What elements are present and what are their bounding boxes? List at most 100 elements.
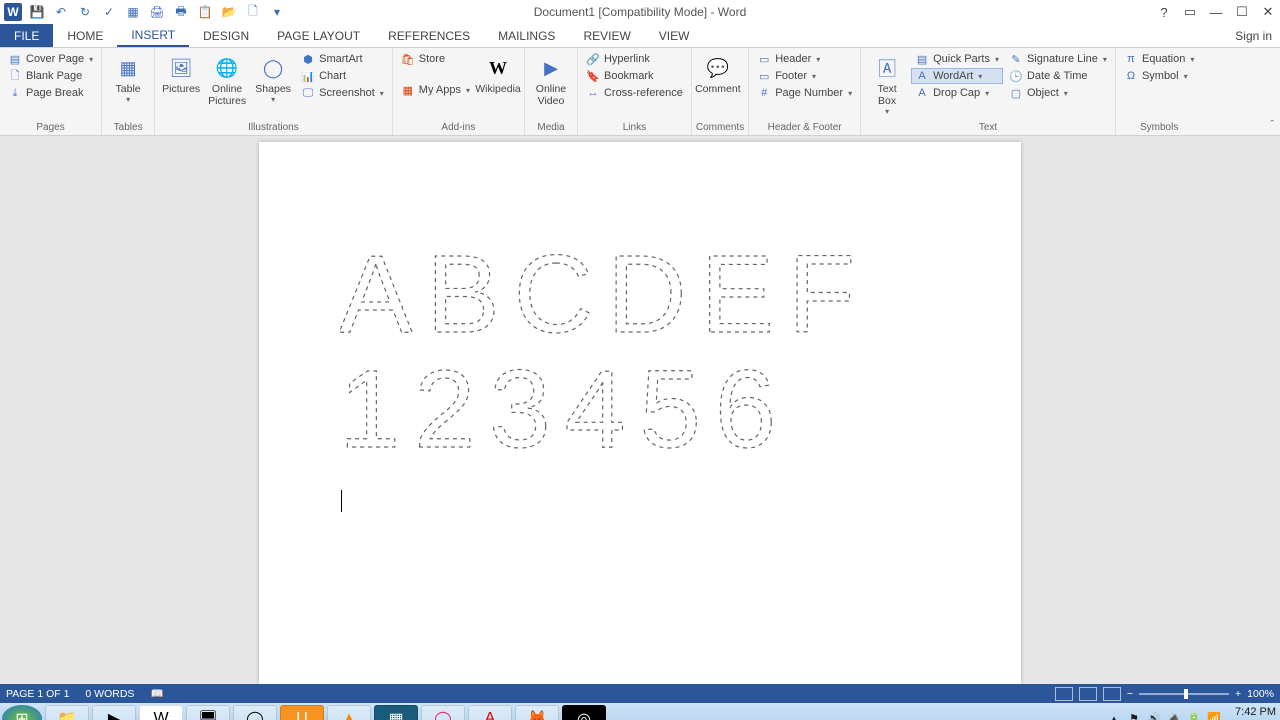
tray-volume-icon[interactable]: 🔊 xyxy=(1147,712,1161,720)
qat-icon[interactable]: ▦ xyxy=(124,3,142,21)
tab-insert[interactable]: INSERT xyxy=(117,24,189,47)
group-label: Text xyxy=(865,121,1111,135)
quickparts-button[interactable]: ▤Quick Parts▾ xyxy=(911,51,1003,67)
taskbar-camera[interactable]: ◎ xyxy=(562,705,606,720)
help-icon[interactable]: ? xyxy=(1152,0,1176,24)
footer-button[interactable]: ▭Footer▾ xyxy=(753,68,856,84)
online-video-button[interactable]: ▶Online Video xyxy=(529,51,573,109)
quick-access-toolbar: W 💾 ↶ ↻ ✓ ▦ 🖨 🖶 📋 📂 🗋 ▾ xyxy=(0,3,286,21)
equation-button[interactable]: πEquation▾ xyxy=(1120,51,1198,67)
blank-page-button[interactable]: 🗋Blank Page xyxy=(4,68,97,84)
document-page[interactable]: ABCDEF 123456 xyxy=(259,142,1021,684)
online-picture-icon: 🌐 xyxy=(212,53,242,83)
smartart-button[interactable]: ⬢SmartArt xyxy=(297,51,388,67)
chart-button[interactable]: 📊Chart xyxy=(297,68,388,84)
undo-icon[interactable]: ↶ xyxy=(52,3,70,21)
save-icon[interactable]: 💾 xyxy=(28,3,46,21)
cover-page-button[interactable]: ▤Cover Page▾ xyxy=(4,51,97,67)
tab-references[interactable]: REFERENCES xyxy=(374,24,484,47)
online-pictures-button[interactable]: 🌐Online Pictures xyxy=(205,51,249,109)
word-icon: W xyxy=(4,3,22,21)
link-icon: 🔗 xyxy=(586,52,600,66)
footer-icon: ▭ xyxy=(757,69,771,83)
wikipedia-button[interactable]: WWikipedia xyxy=(476,51,520,97)
screenshot-button[interactable]: 🖵Screenshot▾ xyxy=(297,85,388,101)
qat-icon[interactable]: 🖶 xyxy=(172,3,190,21)
tab-view[interactable]: VIEW xyxy=(645,24,704,47)
taskbar-word[interactable]: W xyxy=(139,705,183,720)
page-icon: 🗋 xyxy=(8,69,22,83)
collapse-ribbon-icon[interactable]: ˆ xyxy=(1270,119,1274,131)
myapps-button[interactable]: ▦My Apps▾ xyxy=(397,82,474,98)
sign-in-link[interactable]: Sign in xyxy=(1235,24,1272,47)
group-symbols: πEquation▾ ΩSymbol▾ Symbols xyxy=(1116,48,1202,135)
page-number-icon: # xyxy=(757,86,771,100)
crossref-button[interactable]: ↔Cross-reference xyxy=(582,85,687,101)
shapes-button[interactable]: ◯Shapes▾ xyxy=(251,51,295,106)
tray-up-icon[interactable]: ▴ xyxy=(1107,712,1121,720)
ribbon-options-icon[interactable]: ▭ xyxy=(1178,0,1202,24)
taskbar-firefox[interactable]: 🦊 xyxy=(515,705,559,720)
close-icon[interactable]: ✕ xyxy=(1256,0,1280,24)
zoom-out-button[interactable]: − xyxy=(1127,688,1133,700)
tab-page-layout[interactable]: PAGE LAYOUT xyxy=(263,24,374,47)
object-button[interactable]: ▢Object▾ xyxy=(1005,85,1111,101)
taskbar-adobe[interactable]: A xyxy=(468,705,512,720)
status-page[interactable]: PAGE 1 OF 1 xyxy=(6,688,69,700)
datetime-button[interactable]: 🕒Date & Time xyxy=(1005,68,1111,84)
spellcheck-icon[interactable]: 📖 xyxy=(150,687,163,700)
taskbar-app[interactable]: ▦ xyxy=(374,705,418,720)
signature-line-button[interactable]: ✎Signature Line▾ xyxy=(1005,51,1111,67)
zoom-in-button[interactable]: + xyxy=(1235,688,1241,700)
store-button[interactable]: 🛍Store xyxy=(397,51,474,67)
qat-icon[interactable]: ✓ xyxy=(100,3,118,21)
group-addins: 🛍Store ▦My Apps▾ WWikipedia Add-ins xyxy=(393,48,525,135)
taskbar-app[interactable]: 🖥 xyxy=(186,705,230,720)
tray-battery-icon[interactable]: 🔋 xyxy=(1187,712,1201,720)
dropcap-button[interactable]: ADrop Cap▾ xyxy=(911,85,1003,101)
minimize-icon[interactable]: — xyxy=(1204,0,1228,24)
system-tray: ▴ ⚑ 🔊 🔌 🔋 📶 7:42 PM 5/24/2018 xyxy=(1107,706,1276,720)
comment-button[interactable]: 💬Comment xyxy=(696,51,740,97)
bookmark-button[interactable]: 🔖Bookmark xyxy=(582,68,687,84)
read-mode-button[interactable] xyxy=(1055,687,1073,701)
new-icon[interactable]: 🗋 xyxy=(244,3,262,21)
tray-safe-remove-icon[interactable]: 🔌 xyxy=(1167,712,1181,720)
tab-mailings[interactable]: MAILINGS xyxy=(484,24,569,47)
textbox-button[interactable]: 🄰Text Box▾ xyxy=(865,51,909,118)
table-button[interactable]: ▦Table▾ xyxy=(106,51,150,106)
taskbar-chrome[interactable]: ◯ xyxy=(233,705,277,720)
tab-review[interactable]: REVIEW xyxy=(569,24,644,47)
header-button[interactable]: ▭Header▾ xyxy=(753,51,856,67)
symbol-button[interactable]: ΩSymbol▾ xyxy=(1120,68,1198,84)
open-icon[interactable]: 📂 xyxy=(220,3,238,21)
taskbar-vlc[interactable]: ▲ xyxy=(327,705,371,720)
qat-icon[interactable]: 📋 xyxy=(196,3,214,21)
qat-more-icon[interactable]: ▾ xyxy=(268,3,286,21)
status-words[interactable]: 0 WORDS xyxy=(85,688,134,700)
taskbar-uc[interactable]: U xyxy=(280,705,324,720)
tray-clock[interactable]: 7:42 PM 5/24/2018 xyxy=(1227,706,1276,720)
page-number-button[interactable]: #Page Number▾ xyxy=(753,85,856,101)
tray-flag-icon[interactable]: ⚑ xyxy=(1127,712,1141,720)
tab-design[interactable]: DESIGN xyxy=(189,24,263,47)
page-break-button[interactable]: ⤓Page Break xyxy=(4,85,97,101)
web-layout-button[interactable] xyxy=(1103,687,1121,701)
print-layout-button[interactable] xyxy=(1079,687,1097,701)
tab-file[interactable]: FILE xyxy=(0,24,53,47)
taskbar-media[interactable]: ▶ xyxy=(92,705,136,720)
taskbar-opera[interactable]: ◯ xyxy=(421,705,465,720)
wordart-button[interactable]: AWordArt▾ xyxy=(911,68,1003,84)
qat-icon[interactable]: 🖨 xyxy=(148,3,166,21)
redo-icon[interactable]: ↻ xyxy=(76,3,94,21)
taskbar-explorer[interactable]: 📁 xyxy=(45,705,89,720)
tray-network-icon[interactable]: 📶 xyxy=(1207,712,1221,720)
zoom-slider[interactable] xyxy=(1139,693,1229,695)
start-button[interactable]: ⊞ xyxy=(2,705,42,720)
tab-home[interactable]: HOME xyxy=(53,24,117,47)
pictures-button[interactable]: 🖼Pictures xyxy=(159,51,203,97)
zoom-level[interactable]: 100% xyxy=(1247,688,1274,700)
maximize-icon[interactable]: ☐ xyxy=(1230,0,1254,24)
hyperlink-button[interactable]: 🔗Hyperlink xyxy=(582,51,687,67)
wordart-icon: A xyxy=(915,69,929,83)
